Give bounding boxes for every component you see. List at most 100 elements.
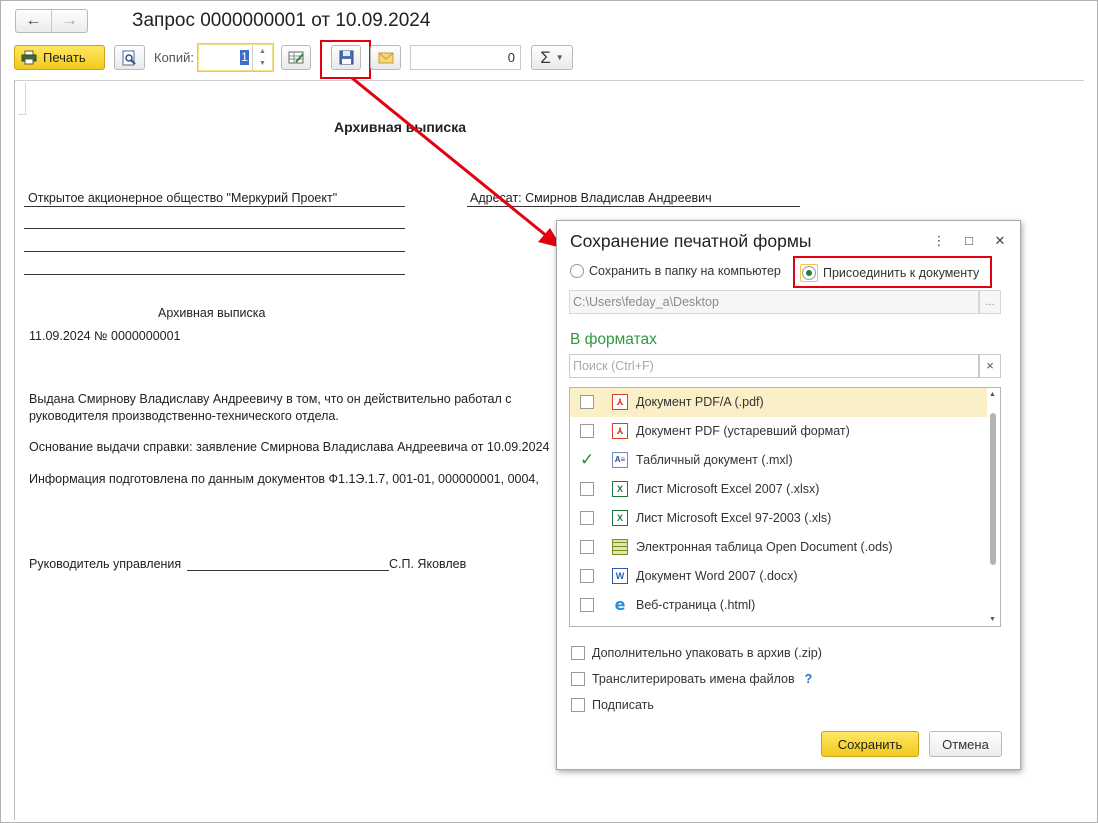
- search-input[interactable]: Поиск (Ctrl+F): [569, 354, 979, 378]
- preview-button[interactable]: [114, 45, 145, 70]
- window-title: Запрос 0000000001 от 10.09.2024: [132, 10, 431, 31]
- signer-name: С.П. Яковлев: [389, 557, 467, 571]
- radio-save-to-folder[interactable]: Сохранить в папку на компьютер: [570, 264, 781, 278]
- send-email-button[interactable]: [370, 45, 401, 70]
- format-checkbox[interactable]: [580, 424, 594, 438]
- option-sign[interactable]: Подписать: [571, 698, 654, 712]
- format-label: Документ PDF/A (.pdf): [636, 395, 764, 409]
- pdf-icon: ⅄: [612, 394, 628, 410]
- chevron-down-icon: ▼: [555, 53, 564, 62]
- sign-checkbox[interactable]: [571, 698, 585, 712]
- printer-icon: [21, 50, 37, 65]
- document-paragraph: Основание выдачи справки: заявление Смир…: [29, 440, 550, 454]
- scrollbar-thumb[interactable]: [990, 413, 996, 565]
- list-item[interactable]: X Лист Microsoft Excel 2007 (.xlsx): [570, 475, 987, 504]
- document-heading: Архивная выписка: [334, 119, 466, 135]
- document-subheading: Архивная выписка: [158, 306, 266, 320]
- html-icon: e: [614, 595, 626, 614]
- radio-attach-label: Присоединить к документу: [823, 266, 980, 280]
- copies-input[interactable]: 1 ▲ ▼: [197, 43, 274, 72]
- format-label: Лист Microsoft Excel 97-2003 (.xls): [636, 511, 832, 525]
- excel-icon: X: [612, 481, 628, 497]
- back-button[interactable]: ←: [16, 10, 51, 32]
- navigation-buttons: ← →: [15, 9, 88, 33]
- pdf-icon: ⅄: [612, 423, 628, 439]
- format-label: Документ Word 2007 (.docx): [636, 569, 798, 583]
- table-settings-icon: [288, 51, 304, 64]
- option-sign-label: Подписать: [592, 698, 654, 712]
- signature-line: [187, 570, 389, 571]
- scroll-up-icon[interactable]: ▲: [989, 391, 996, 398]
- list-item[interactable]: ⅄ Документ PDF (устаревший формат): [570, 417, 987, 446]
- save-print-form-dialog: Сохранение печатной формы ⋮ □ ✕ Сохранит…: [556, 220, 1021, 770]
- format-checkbox[interactable]: [580, 395, 594, 409]
- preview-icon: [122, 50, 136, 65]
- checkmark-icon[interactable]: ✓: [580, 451, 594, 468]
- copies-value: 1: [240, 50, 249, 65]
- forward-button[interactable]: →: [51, 10, 87, 32]
- signer-title: Руководитель управления: [29, 557, 182, 571]
- format-checkbox[interactable]: [580, 569, 594, 583]
- blank-line: [24, 251, 405, 252]
- list-item[interactable]: ✓ A≡ Табличный документ (.mxl): [570, 446, 987, 475]
- envelope-icon: [378, 52, 393, 63]
- list-scrollbar[interactable]: ▲ ▼: [988, 391, 998, 623]
- list-item[interactable]: e Веб-страница (.html): [570, 591, 987, 620]
- dialog-title: Сохранение печатной формы: [570, 231, 812, 251]
- radio-save-to-folder-label: Сохранить в папку на компьютер: [589, 264, 781, 278]
- list-item[interactable]: Электронная таблица Open Document (.ods): [570, 533, 987, 562]
- floppy-disk-icon: [339, 50, 353, 65]
- help-icon[interactable]: ?: [805, 672, 813, 686]
- document-paragraph: Информация подготовлена по данным докуме…: [29, 472, 539, 486]
- document-paragraph: Выдана Смирнову Владиславу Андреевичу в …: [29, 392, 512, 423]
- format-checkbox[interactable]: [580, 540, 594, 554]
- folder-path-input[interactable]: C:\Users\feday_a\Desktop: [569, 290, 979, 314]
- ods-icon: [612, 539, 628, 555]
- radio-button[interactable]: [802, 266, 816, 280]
- option-transliterate-label: Транслитерировать имена файлов: [592, 672, 795, 686]
- spin-up-icon[interactable]: ▲: [259, 48, 266, 55]
- blank-line: [24, 274, 405, 275]
- zip-checkbox[interactable]: [571, 646, 585, 660]
- blank-line: [24, 228, 405, 229]
- close-icon[interactable]: ✕: [992, 233, 1008, 249]
- mxl-icon: A≡: [612, 452, 628, 468]
- format-checkbox[interactable]: [580, 482, 594, 496]
- excel-icon: X: [612, 510, 628, 526]
- sigma-icon: Σ: [540, 47, 551, 67]
- more-menu-icon[interactable]: ⋮: [931, 233, 947, 249]
- format-label: Табличный документ (.mxl): [636, 453, 793, 467]
- list-item[interactable]: ⅄ Документ PDF/A (.pdf): [570, 388, 987, 417]
- copies-spinner[interactable]: ▲ ▼: [252, 45, 272, 70]
- word-icon: W: [612, 568, 628, 584]
- option-transliterate[interactable]: Транслитерировать имена файлов ?: [571, 672, 812, 686]
- format-label: Веб-страница (.html): [636, 598, 756, 612]
- list-item[interactable]: W Документ Word 2007 (.docx): [570, 562, 987, 591]
- save-button[interactable]: [331, 45, 361, 70]
- maximize-icon[interactable]: □: [961, 233, 977, 248]
- dialog-cancel-button[interactable]: Отмена: [929, 731, 1002, 757]
- transliterate-checkbox[interactable]: [571, 672, 585, 686]
- format-label: Документ PDF (устаревший формат): [636, 424, 850, 438]
- radio-button[interactable]: [570, 264, 584, 278]
- list-item[interactable]: X Лист Microsoft Excel 97-2003 (.xls): [570, 504, 987, 533]
- forward-arrow-icon: →: [61, 12, 78, 29]
- browse-folder-button[interactable]: ...: [979, 290, 1001, 314]
- sheet-corner: [18, 83, 26, 115]
- sum-menu-button[interactable]: Σ ▼: [531, 45, 573, 70]
- formats-list: ⅄ Документ PDF/A (.pdf) ⅄ Документ PDF (…: [569, 387, 1001, 627]
- format-checkbox[interactable]: [580, 598, 594, 612]
- print-button[interactable]: Печать: [14, 45, 105, 70]
- scroll-down-icon[interactable]: ▼: [989, 616, 996, 623]
- dialog-save-button[interactable]: Сохранить: [821, 731, 919, 757]
- radio-attach-to-document[interactable]: Присоединить к документу: [800, 264, 979, 282]
- clear-search-button[interactable]: ×: [979, 354, 1001, 378]
- print-settings-button[interactable]: [281, 45, 311, 70]
- copies-label: Копий:: [154, 50, 194, 65]
- back-arrow-icon: ←: [25, 12, 42, 29]
- spin-down-icon[interactable]: ▼: [259, 60, 266, 67]
- format-label: Лист Microsoft Excel 2007 (.xlsx): [636, 482, 820, 496]
- format-checkbox[interactable]: [580, 511, 594, 525]
- print-label: Печать: [43, 50, 86, 65]
- option-zip[interactable]: Дополнительно упаковать в архив (.zip): [571, 646, 822, 660]
